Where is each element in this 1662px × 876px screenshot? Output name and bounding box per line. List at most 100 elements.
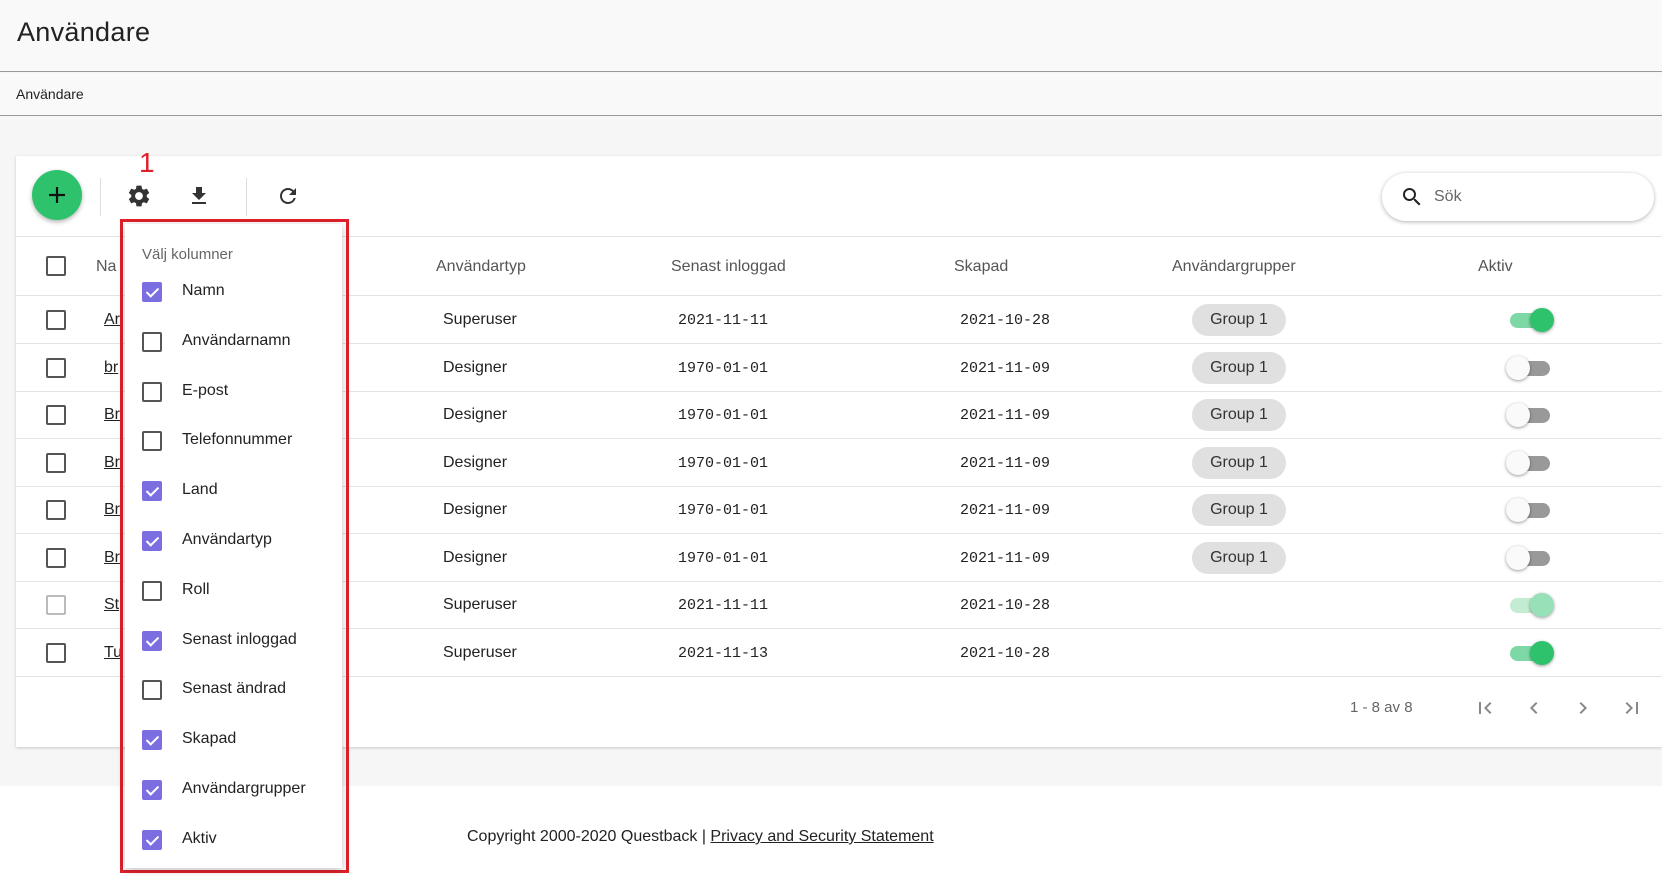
row-checkbox[interactable] xyxy=(46,357,66,378)
refresh-icon xyxy=(280,188,296,204)
toggle-knob xyxy=(1530,640,1554,665)
user-group-chip: Group 1 xyxy=(1192,351,1286,384)
active-toggle[interactable] xyxy=(1506,545,1554,571)
select-all-checkbox[interactable] xyxy=(46,256,66,276)
active-toggle[interactable] xyxy=(1506,402,1554,428)
next-page-button[interactable] xyxy=(1567,692,1599,724)
toggle-knob xyxy=(1506,355,1530,380)
row-checkbox[interactable] xyxy=(46,452,66,473)
column-option-checkbox[interactable] xyxy=(142,381,162,402)
toggle-knob xyxy=(1506,545,1530,570)
user-group-chip: Group 1 xyxy=(1192,541,1286,574)
created-cell: 2021-11-09 xyxy=(960,549,1051,567)
column-option-label: Senast ändrad xyxy=(182,680,287,698)
column-option[interactable]: Aktiv xyxy=(125,815,342,865)
active-toggle[interactable] xyxy=(1506,497,1554,523)
privacy-statement-link[interactable]: Privacy and Security Statement xyxy=(710,828,933,845)
page-title: Användare xyxy=(17,17,151,47)
active-toggle[interactable] xyxy=(1506,355,1554,381)
column-option[interactable]: Senast inloggad xyxy=(125,616,342,666)
column-header-active[interactable]: Aktiv xyxy=(1478,258,1513,276)
column-settings-button[interactable] xyxy=(124,181,154,211)
column-option-label: Skapad xyxy=(182,730,237,748)
row-checkbox[interactable] xyxy=(46,642,66,663)
active-toggle[interactable] xyxy=(1506,450,1554,476)
column-option[interactable]: Användartyp xyxy=(125,516,342,566)
column-option[interactable]: Senast ändrad xyxy=(125,665,342,715)
column-option-label: Aktiv xyxy=(182,829,217,847)
column-option-checkbox[interactable] xyxy=(142,580,162,601)
active-toggle[interactable] xyxy=(1506,640,1554,666)
user-group-chip: Group 1 xyxy=(1192,446,1286,479)
created-cell: 2021-11-09 xyxy=(960,502,1051,519)
column-option-checkbox[interactable] xyxy=(142,829,162,850)
gear-icon xyxy=(128,185,150,207)
prev-page-button[interactable] xyxy=(1518,692,1550,724)
created-cell: 2021-10-28 xyxy=(960,597,1051,614)
created-cell: 2021-11-09 xyxy=(960,407,1051,424)
column-option-checkbox[interactable] xyxy=(142,630,162,651)
toggle-knob xyxy=(1506,403,1530,427)
search-box[interactable] xyxy=(1382,173,1654,221)
search-icon xyxy=(1403,188,1421,206)
column-option[interactable]: E-post xyxy=(125,367,342,417)
toolbar-divider xyxy=(100,178,101,216)
row-checkbox[interactable] xyxy=(46,500,66,520)
toggle-knob xyxy=(1530,593,1554,617)
column-option-checkbox[interactable] xyxy=(142,431,162,452)
user-name-link[interactable]: Br xyxy=(104,501,120,519)
breadcrumb-bar: Användare xyxy=(0,73,1662,116)
last-login-cell: 1970-01-01 xyxy=(678,359,769,377)
column-option[interactable]: Användargrupper xyxy=(125,765,342,815)
active-toggle[interactable] xyxy=(1506,592,1554,618)
created-cell: 2021-10-28 xyxy=(960,644,1051,662)
row-checkbox[interactable] xyxy=(46,595,66,615)
user-name-link[interactable]: Ar xyxy=(104,311,120,329)
last-page-button[interactable] xyxy=(1616,692,1648,724)
column-option-label: Roll xyxy=(182,580,210,598)
active-toggle[interactable] xyxy=(1506,307,1554,333)
row-checkbox[interactable] xyxy=(46,310,66,330)
row-checkbox[interactable] xyxy=(46,405,66,425)
column-option[interactable]: Användarnamn xyxy=(125,317,342,367)
column-option[interactable]: Land xyxy=(125,466,342,516)
column-option[interactable]: Roll xyxy=(125,566,342,616)
download-icon xyxy=(192,187,206,204)
first-page-button[interactable] xyxy=(1469,692,1501,724)
add-user-button[interactable] xyxy=(32,170,82,220)
created-cell: 2021-11-09 xyxy=(960,359,1051,377)
user-name-link[interactable]: St xyxy=(104,596,119,614)
footer-copyright: Copyright 2000-2020 Questback | xyxy=(467,828,711,845)
column-option-checkbox[interactable] xyxy=(142,481,162,502)
user-name-link[interactable]: br xyxy=(104,359,118,377)
user-name-link[interactable]: Br xyxy=(104,454,120,472)
column-option-checkbox[interactable] xyxy=(142,780,162,800)
column-picker-title: Välj kolumner xyxy=(142,246,233,263)
last-page-icon xyxy=(1625,702,1638,714)
column-option-checkbox[interactable] xyxy=(142,531,162,551)
download-button[interactable] xyxy=(184,181,214,211)
search-input[interactable] xyxy=(1434,185,1634,209)
breadcrumb[interactable]: Användare xyxy=(16,86,84,102)
column-option[interactable]: Telefonnummer xyxy=(125,416,342,466)
column-header-last-login[interactable]: Senast inloggad xyxy=(671,258,786,276)
column-header-user-type[interactable]: Användartyp xyxy=(436,258,526,276)
user-name-link[interactable]: Br xyxy=(104,406,120,424)
column-option[interactable]: Skapad xyxy=(125,715,342,765)
column-header-user-groups[interactable]: Användargrupper xyxy=(1172,258,1296,276)
prev-page-icon xyxy=(1530,702,1538,714)
column-option-checkbox[interactable] xyxy=(142,680,162,701)
column-header-name[interactable]: Na xyxy=(96,258,116,276)
toggle-knob xyxy=(1530,308,1554,332)
column-option-checkbox[interactable] xyxy=(142,331,162,352)
column-option-checkbox[interactable] xyxy=(142,730,162,751)
user-name-link[interactable]: Br xyxy=(104,549,120,567)
refresh-button[interactable] xyxy=(273,181,303,211)
column-option[interactable]: Namn xyxy=(125,267,342,317)
column-header-created[interactable]: Skapad xyxy=(954,258,1008,276)
column-option-checkbox[interactable] xyxy=(142,282,162,302)
footer-text: Copyright 2000-2020 Questback | Privacy … xyxy=(467,828,934,846)
row-checkbox[interactable] xyxy=(46,547,66,568)
user-type-cell: Designer xyxy=(443,548,508,566)
user-type-cell: Designer xyxy=(443,358,508,376)
